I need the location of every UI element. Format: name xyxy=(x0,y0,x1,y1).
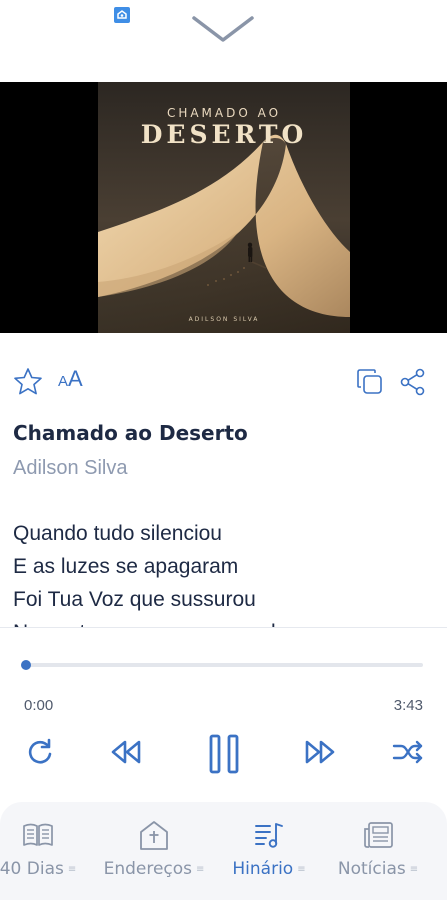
pause-icon xyxy=(209,734,239,774)
share-icon xyxy=(400,368,425,396)
shuffle-button[interactable] xyxy=(390,732,426,772)
nav-label-noticias: Notícias xyxy=(337,859,406,879)
lyrics-line: E as luzes se apagaram xyxy=(13,555,239,578)
nav-label-40-dias: 40 Dias xyxy=(0,859,64,879)
font-size-large-label: A xyxy=(68,366,83,391)
drag-handle-icon: ≡ xyxy=(409,863,419,875)
cover-title-top: CHAMADO AO xyxy=(166,106,282,120)
lyrics-line: Foi Tua Voz que sussurou xyxy=(13,588,256,611)
album-cover: CHAMADO AO DESERTO ADILSON SILVA xyxy=(98,82,350,333)
favorite-button[interactable] xyxy=(12,366,44,398)
nav-label-enderecos: Endereços xyxy=(103,859,193,879)
repeat-button[interactable] xyxy=(22,732,58,772)
rewind-button[interactable] xyxy=(108,732,144,772)
church-icon xyxy=(140,821,168,850)
progress-track[interactable] xyxy=(26,663,423,667)
fast-forward-icon xyxy=(305,740,335,764)
bottom-navigation: 40 Dias ≡ Endereços ≡ Hinário ≡ Notícias ≡ xyxy=(0,802,447,900)
copy-lyrics-button[interactable] xyxy=(355,367,385,397)
font-size-button[interactable]: AA xyxy=(58,366,83,396)
lyrics-line: No vento que cruzava o nada xyxy=(13,616,433,627)
total-time: 3:43 xyxy=(393,697,423,714)
top-bar xyxy=(0,0,447,82)
rewind-icon xyxy=(111,740,141,764)
newspaper-icon xyxy=(364,822,393,848)
fast-forward-button[interactable] xyxy=(302,732,338,772)
progress-thumb[interactable] xyxy=(21,660,31,670)
nav-item-40-dias[interactable]: 40 Dias ≡ xyxy=(0,802,86,900)
cover-title-main: DESERTO xyxy=(140,120,308,149)
lyrics-line: Quando tudo silenciou xyxy=(13,522,222,545)
collapse-player-button[interactable] xyxy=(188,8,258,48)
drag-handle-icon: ≡ xyxy=(297,863,306,875)
notification-status-icon xyxy=(114,7,130,23)
copy-icon xyxy=(357,369,382,394)
song-artist[interactable]: Adilson Silva xyxy=(13,457,128,480)
drag-handle-icon: ≡ xyxy=(67,863,77,875)
share-button[interactable] xyxy=(398,367,428,397)
repeat-icon xyxy=(28,738,52,764)
nav-item-hinario[interactable]: Hinário ≡ xyxy=(224,802,314,900)
current-time: 0:00 xyxy=(24,697,54,714)
chevron-down-icon xyxy=(192,16,254,42)
album-cover-area: CHAMADO AO DESERTO ADILSON SILVA xyxy=(0,82,447,333)
song-title: Chamado ao Deserto xyxy=(13,421,248,445)
lyrics-panel[interactable]: Quando tudo silenciou E as luzes se apag… xyxy=(13,517,433,627)
nav-item-noticias[interactable]: Notícias ≡ xyxy=(328,802,428,900)
open-book-icon xyxy=(23,823,53,846)
nav-item-enderecos[interactable]: Endereços ≡ xyxy=(98,802,210,900)
star-icon xyxy=(14,368,42,395)
shuffle-icon xyxy=(392,740,423,764)
pause-button[interactable] xyxy=(202,732,246,774)
font-size-small-label: A xyxy=(58,373,69,390)
drag-handle-icon: ≡ xyxy=(196,863,205,875)
music-list-icon xyxy=(255,823,283,848)
song-actions-row: AA xyxy=(0,362,447,402)
nav-label-hinario: Hinário xyxy=(232,859,294,879)
cover-artist-label: ADILSON SILVA xyxy=(188,316,260,323)
audio-player: 0:00 3:43 xyxy=(0,627,447,802)
